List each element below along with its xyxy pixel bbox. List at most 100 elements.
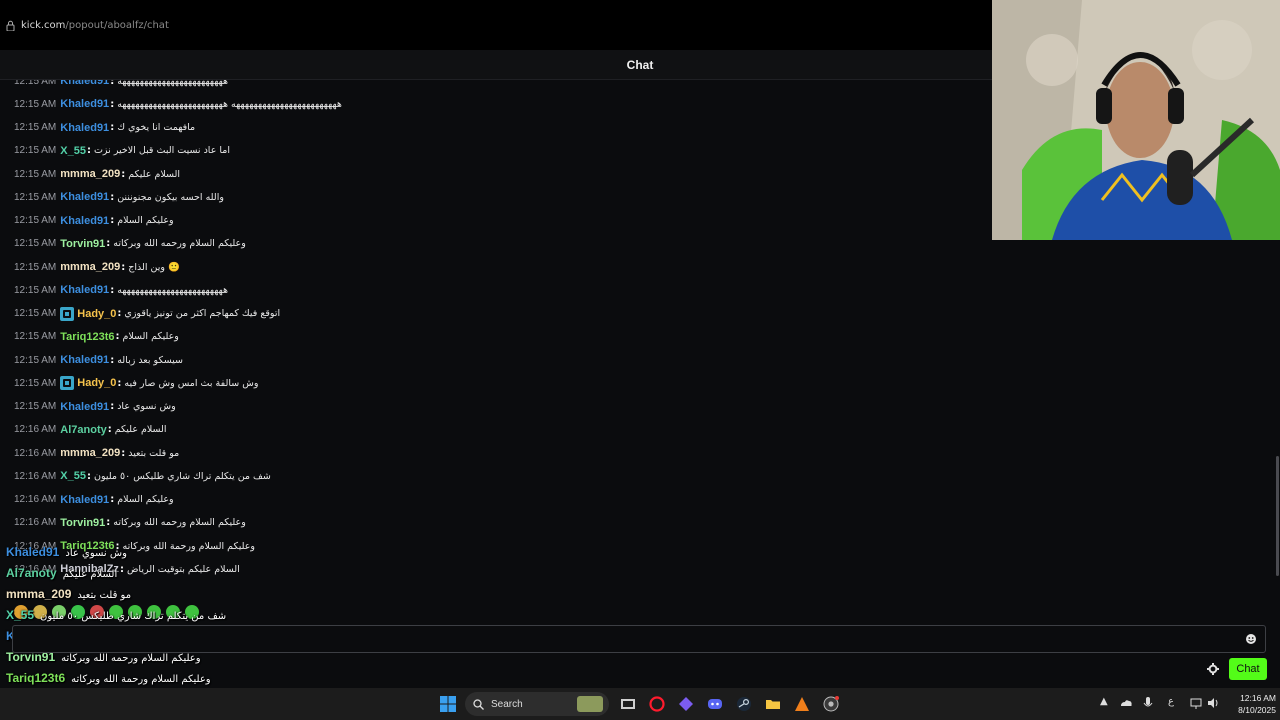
message-username[interactable]: Tariq123t6 [60,331,114,343]
message-timestamp: 12:15 AM [14,238,57,250]
message-timestamp: 12:16 AM [14,424,57,436]
subscriber-badge-icon[interactable] [60,306,75,321]
message-username[interactable]: HannibalZz [60,563,119,575]
send-chat-button[interactable]: Chat [1229,658,1267,680]
message-username[interactable]: Khaled91 [60,98,109,110]
message-username[interactable]: Khaled91 [60,122,109,134]
message-text: ههههههههههههههههههههههههه [117,80,229,87]
message-username[interactable]: Hady_0 [77,308,116,320]
message-timestamp: 12:16 AM [14,494,57,505]
windows-start-icon[interactable] [440,696,456,712]
message-separator: : [110,98,115,110]
message-username[interactable]: X_55 [60,470,86,482]
chat-input-box[interactable] [12,625,1266,653]
discord-icon[interactable] [707,696,723,712]
message-username[interactable]: mmma_209 [60,447,120,459]
gear-icon[interactable] [1207,663,1219,675]
lock-icon [6,20,15,31]
message-text: السلام عليكم [128,168,181,180]
message-timestamp: 12:16 AM [14,470,57,482]
message-username[interactable]: Khaled91 [60,80,109,87]
message-separator: : [117,377,122,389]
message-username[interactable]: Khaled91 [60,494,109,506]
message-username[interactable]: Khaled91 [60,215,109,227]
message-text: والله احسه بيكون مجنونننن [117,191,224,203]
message-timestamp: 12:15 AM [14,377,57,389]
emoji-icon[interactable] [1245,633,1257,645]
chat-input[interactable] [13,626,1265,652]
message-separator: : [86,470,91,482]
clock-date: 8/10/2025 [1238,705,1276,715]
system-clock[interactable]: 12:16 AM 8/10/2025 [1226,692,1276,716]
search-label: Search [491,698,523,710]
message-separator: : [121,168,126,180]
message-username[interactable]: Khaled91 [60,401,109,413]
message-separator: : [121,447,126,459]
chevron-up-icon[interactable]: ▲ [1100,696,1112,710]
message-text: اما عاد نسيت البث قبل الاخير نزت [93,145,231,157]
opera-icon[interactable] [649,696,665,712]
network-icon[interactable] [1190,696,1202,710]
volume-icon[interactable] [1207,696,1219,710]
language-indicator[interactable]: ع [1168,696,1180,710]
chat-scrollbar[interactable] [1276,456,1279,576]
chat-message: 12:15 AM Hady_0: وش سالفة بث امس وش صار في… [14,375,258,391]
message-username[interactable]: Al7anoty [60,424,106,436]
chat-message: 12:15 AM X_55: اما عاد نسيت البث قبل الاخي… [14,143,230,159]
message-separator: : [110,191,115,203]
message-text: ههههههههههههههههههههههههه هههههههههههههه… [117,98,342,110]
message-separator: : [110,354,115,366]
onedrive-icon[interactable] [1120,696,1132,710]
streamer-image [992,0,1280,240]
message-username[interactable]: Khaled91 [60,354,109,366]
message-text: ههههههههههههههههههههههههه [117,284,229,296]
chat-message: 12:16 AM X_55: شف من يتكلم تراك شاري طليكس… [14,468,271,484]
chat-message: 12:15 AM Hady_0: اتوقع فيك كمهاجم اكثر من … [14,306,280,322]
message-timestamp: 12:15 AM [14,191,57,203]
message-separator: : [115,540,120,552]
message-text: وش نسوي عاد [117,401,176,412]
message-username[interactable]: mmma_209 [60,168,120,180]
message-separator: : [110,80,115,87]
message-username[interactable]: X_55 [60,145,86,157]
message-separator: : [121,261,126,273]
chat-message: 12:15 AM Tariq123t6: وعليكم السلام [14,329,179,345]
message-separator: : [115,331,120,343]
app-a-icon[interactable] [794,696,810,712]
microphone-icon[interactable] [1142,696,1154,710]
message-timestamp: 12:15 AM [14,168,57,180]
chrome-icon[interactable] [823,696,839,712]
chat-message: 12:16 AM Torvin91: وعليكم السلام ورحمه الل… [14,515,246,531]
message-text: مو قلت بتعيد [128,447,180,459]
file-explorer-icon[interactable] [765,696,781,712]
clock-time: 12:16 AM [1240,693,1276,703]
message-username[interactable]: Khaled91 [60,191,109,203]
message-text: وعليكم السلام ورحمه الله وبركاته [113,238,246,250]
message-timestamp: 12:16 AM [14,540,57,552]
message-username[interactable]: Torvin91 [60,238,105,250]
message-username[interactable]: Hady_0 [77,377,116,389]
message-username[interactable]: Torvin91 [60,517,105,529]
overlay-message: Tariq123t6 وعليكم السلام ورحمة الله وبركا… [6,671,211,685]
taskbar: Search ▲ ع 12:16 AM 8/10/2025 [0,688,1280,720]
message-username[interactable]: mmma_209 [60,261,120,273]
subscriber-badge-icon[interactable] [60,376,75,391]
app-diamond-icon[interactable] [678,696,694,712]
address-bar[interactable]: kick.com/popout/aboalfz/chat [0,0,992,50]
message-timestamp: 12:15 AM [14,354,57,366]
message-timestamp: 12:15 AM [14,401,57,412]
steam-icon[interactable] [736,696,752,712]
message-separator: : [86,145,91,157]
task-view-icon[interactable] [620,696,636,712]
message-text: وعليكم السلام ورحمه الله وبركاته [113,517,246,529]
message-text: السلام عليكم بتوقيت الرياض [126,563,240,575]
chat-message: 12:15 AM Khaled91: ههههههههههههههههههههههه… [14,80,228,89]
message-username[interactable]: Khaled91 [60,284,109,296]
message-separator: : [119,563,124,575]
chat-message: 12:15 AM mmma_209: السلام عليكم [14,166,180,182]
url-host: kick.com [21,19,66,31]
taskbar-search[interactable]: Search [465,692,609,716]
message-separator: : [110,401,115,412]
message-username[interactable]: Tariq123t6 [60,540,114,552]
message-timestamp: 12:15 AM [14,122,57,133]
